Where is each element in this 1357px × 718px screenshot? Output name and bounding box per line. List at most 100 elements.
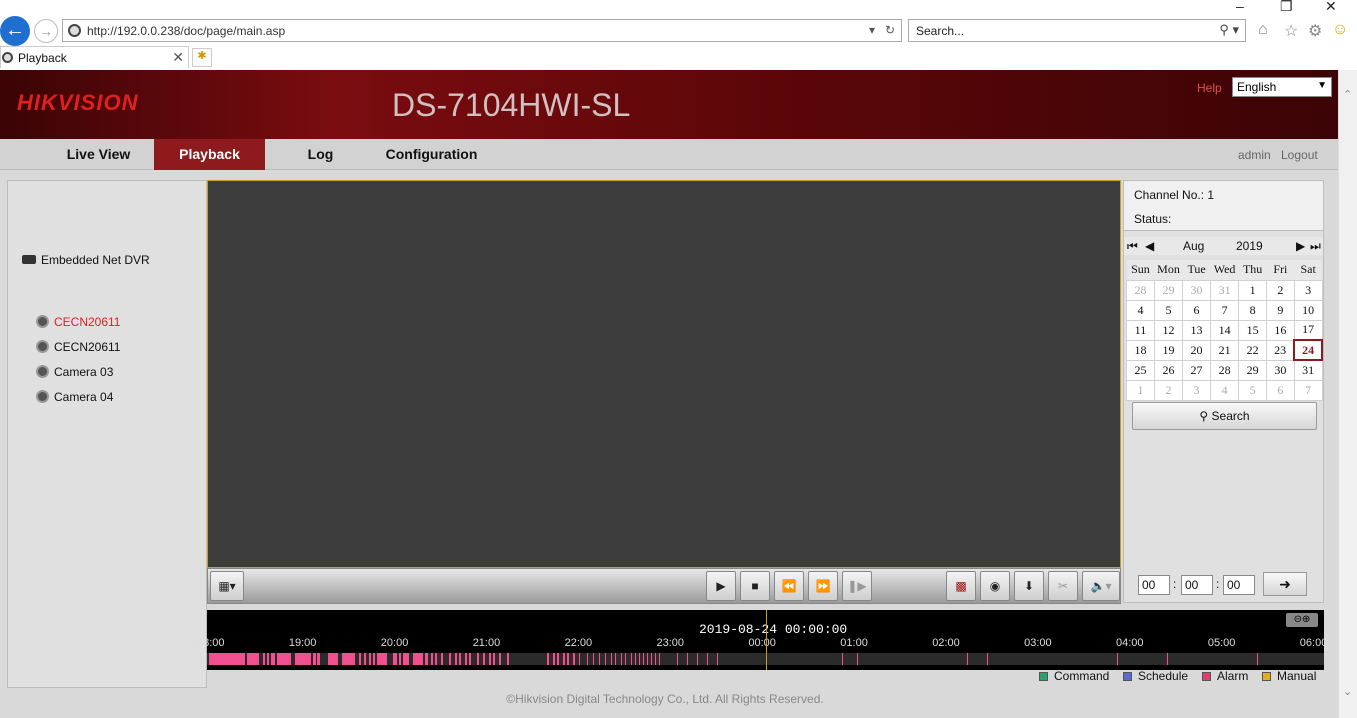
address-url[interactable]: http://192.0.0.238/doc/page/main.asp bbox=[87, 24, 285, 38]
calendar-day[interactable]: 17 bbox=[1293, 319, 1323, 341]
nav-live-view[interactable]: Live View bbox=[43, 139, 154, 170]
stop-icon[interactable]: ■ bbox=[740, 571, 770, 601]
nav-configuration[interactable]: Configuration bbox=[376, 139, 487, 170]
calendar-day[interactable]: 25 bbox=[1126, 359, 1155, 381]
calendar-day-other-month[interactable]: 3 bbox=[1182, 379, 1211, 401]
page-scrollbar[interactable]: ⌃ ⌄ bbox=[1338, 70, 1357, 718]
calendar-day[interactable]: 21 bbox=[1209, 339, 1240, 361]
go-to-time-button[interactable]: ➜ bbox=[1263, 572, 1307, 596]
calendar-day-other-month[interactable]: 29 bbox=[1153, 279, 1184, 301]
minimize-icon[interactable]: – bbox=[1236, 0, 1244, 14]
fast-forward-icon[interactable]: ⏩ bbox=[808, 571, 838, 601]
calendar-day[interactable]: 30 bbox=[1266, 359, 1295, 381]
scroll-up-icon[interactable]: ⌃ bbox=[1343, 88, 1352, 101]
refresh-icon[interactable]: ↻ bbox=[885, 23, 895, 37]
hour-input[interactable]: 00 bbox=[1138, 575, 1170, 595]
calendar-day[interactable]: 13 bbox=[1182, 319, 1211, 341]
clip-icon[interactable]: ✂ bbox=[1048, 571, 1078, 601]
prev-year-icon[interactable]: ⏮ bbox=[1127, 239, 1138, 254]
minute-input[interactable]: 00 bbox=[1181, 575, 1213, 595]
calendar-day[interactable]: 8 bbox=[1238, 299, 1268, 321]
calendar-day[interactable]: 22 bbox=[1238, 339, 1268, 361]
calendar-day[interactable]: 3 bbox=[1293, 279, 1323, 301]
calendar-day[interactable]: 1 bbox=[1238, 279, 1268, 301]
recording-segment bbox=[377, 653, 387, 665]
play-icon[interactable]: ▶ bbox=[706, 571, 736, 601]
calendar-day-selected[interactable]: 24 bbox=[1293, 339, 1323, 361]
calendar-day[interactable]: 31 bbox=[1293, 359, 1323, 381]
calendar-day-other-month[interactable]: 28 bbox=[1126, 279, 1155, 301]
address-bar[interactable]: http://192.0.0.238/doc/page/main.asp ▾ ↻ bbox=[62, 19, 902, 42]
camera-item[interactable]: CECN20611 bbox=[36, 340, 120, 354]
calendar-day[interactable]: 2 bbox=[1266, 279, 1295, 301]
calendar-day[interactable]: 27 bbox=[1182, 359, 1211, 381]
back-arrow-icon[interactable]: ← bbox=[0, 16, 30, 46]
window-layout-icon[interactable]: ▦▾ bbox=[210, 571, 244, 601]
calendar-day[interactable]: 29 bbox=[1238, 359, 1268, 381]
calendar-day-other-month[interactable]: 7 bbox=[1293, 379, 1323, 401]
nav-playback[interactable]: Playback bbox=[154, 139, 265, 170]
zoom-icon[interactable]: ⊝⊕ bbox=[1286, 613, 1318, 627]
calendar-day[interactable]: 18 bbox=[1126, 339, 1155, 361]
video-playback-window[interactable] bbox=[207, 180, 1121, 568]
calendar-day[interactable]: 5 bbox=[1153, 299, 1184, 321]
nav-log[interactable]: Log bbox=[265, 139, 376, 170]
second-input[interactable]: 00 bbox=[1223, 575, 1255, 595]
calendar-day[interactable]: 26 bbox=[1153, 359, 1184, 381]
forward-arrow-icon[interactable]: → bbox=[34, 19, 58, 43]
calendar-day[interactable]: 12 bbox=[1153, 319, 1184, 341]
device-root[interactable]: Embedded Net DVR bbox=[22, 253, 150, 267]
new-tab-icon[interactable]: ✱ bbox=[192, 48, 212, 67]
calendar-day-other-month[interactable]: 1 bbox=[1126, 379, 1155, 401]
calendar-day[interactable]: 9 bbox=[1266, 299, 1295, 321]
calendar-day-other-month[interactable]: 31 bbox=[1209, 279, 1240, 301]
close-window-icon[interactable]: ✕ bbox=[1325, 0, 1337, 15]
volume-icon[interactable]: 🔈▾ bbox=[1082, 571, 1120, 601]
calendar-day[interactable]: 7 bbox=[1209, 299, 1240, 321]
logout-link[interactable]: Logout bbox=[1281, 148, 1318, 162]
restore-icon[interactable]: ❐ bbox=[1280, 0, 1293, 15]
gear-icon[interactable]: ⚙ bbox=[1308, 21, 1322, 41]
stop-all-icon[interactable]: ▩ bbox=[946, 571, 976, 601]
scroll-down-icon[interactable]: ⌄ bbox=[1343, 685, 1352, 698]
smiley-icon[interactable]: ☺ bbox=[1332, 21, 1348, 39]
calendar-day[interactable]: 11 bbox=[1126, 319, 1155, 341]
browser-tab[interactable]: Playback ✕ bbox=[0, 46, 189, 68]
search-button[interactable]: ⚲ Search bbox=[1132, 402, 1317, 430]
language-select[interactable]: English ▼ bbox=[1232, 77, 1332, 97]
capture-icon[interactable]: ◉ bbox=[980, 571, 1010, 601]
slow-down-icon[interactable]: ⏪ bbox=[774, 571, 804, 601]
calendar-day[interactable]: 14 bbox=[1209, 319, 1240, 341]
download-icon[interactable]: ⬇ bbox=[1014, 571, 1044, 601]
calendar-day[interactable]: 16 bbox=[1266, 319, 1295, 341]
calendar-day[interactable]: 20 bbox=[1182, 339, 1211, 361]
star-icon[interactable]: ☆ bbox=[1284, 21, 1298, 41]
calendar-day-other-month[interactable]: 4 bbox=[1209, 379, 1240, 401]
calendar-day[interactable]: 6 bbox=[1182, 299, 1211, 321]
dropdown-icon[interactable]: ▾ bbox=[869, 23, 875, 37]
calendar-day[interactable]: 19 bbox=[1153, 339, 1184, 361]
calendar-day[interactable]: 10 bbox=[1293, 299, 1323, 321]
calendar-day-other-month[interactable]: 5 bbox=[1238, 379, 1268, 401]
single-frame-icon[interactable]: ❚▶ bbox=[842, 571, 872, 601]
camera-item[interactable]: CECN20611 bbox=[36, 315, 120, 329]
browser-search-box[interactable]: Search... ⚲ ▾ bbox=[908, 19, 1246, 42]
calendar-day[interactable]: 4 bbox=[1126, 299, 1155, 321]
calendar-day-other-month[interactable]: 6 bbox=[1266, 379, 1295, 401]
timeline-cursor[interactable] bbox=[766, 610, 767, 670]
home-icon[interactable]: ⌂ bbox=[1258, 21, 1268, 39]
calendar-day[interactable]: 28 bbox=[1209, 359, 1240, 381]
prev-month-icon[interactable]: ◀ bbox=[1145, 239, 1154, 253]
calendar-day-other-month[interactable]: 30 bbox=[1182, 279, 1211, 301]
help-link[interactable]: Help bbox=[1197, 81, 1222, 95]
calendar-day-other-month[interactable]: 2 bbox=[1153, 379, 1184, 401]
camera-item[interactable]: Camera 03 bbox=[36, 365, 113, 379]
close-tab-icon[interactable]: ✕ bbox=[172, 49, 184, 66]
search-icon[interactable]: ⚲ ▾ bbox=[1219, 22, 1239, 38]
next-year-icon[interactable]: ⏭ bbox=[1310, 239, 1321, 254]
calendar-day[interactable]: 23 bbox=[1266, 339, 1295, 361]
next-month-icon[interactable]: ▶ bbox=[1296, 239, 1305, 253]
timeline[interactable]: ⊝⊕ 2019-08-24 00:00:00 18:00 19:00 20:00 21… bbox=[197, 610, 1327, 670]
camera-item[interactable]: Camera 04 bbox=[36, 390, 113, 404]
calendar-day[interactable]: 15 bbox=[1238, 319, 1268, 341]
